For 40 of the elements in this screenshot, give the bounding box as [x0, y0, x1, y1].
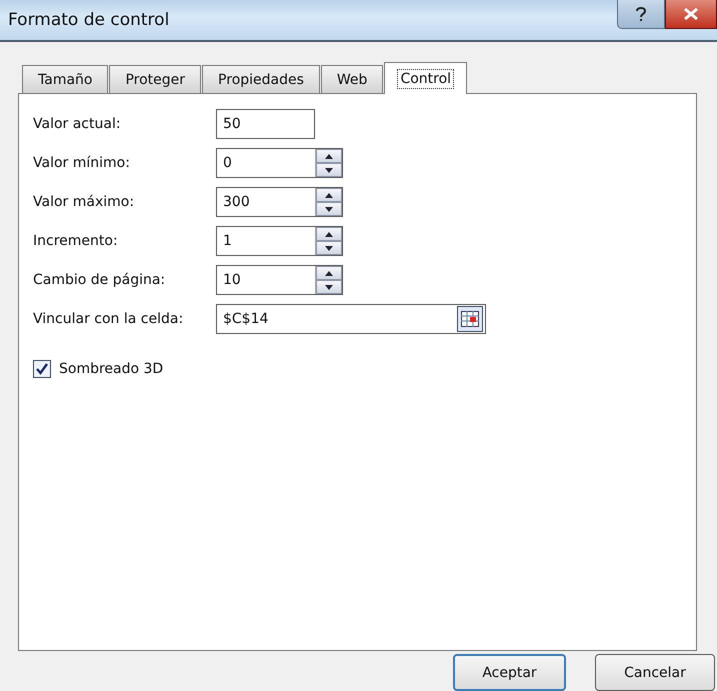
tab[interactable]: Tamaño	[22, 65, 108, 93]
tab[interactable]: Propiedades	[202, 65, 320, 93]
field-label: Valor actual:	[33, 116, 122, 132]
help-button[interactable]	[617, 0, 665, 29]
checkbox-label: Sombreado 3D	[59, 361, 164, 377]
close-icon	[684, 8, 698, 20]
tab[interactable]: Proteger	[109, 65, 202, 93]
input-field[interactable]: 10	[216, 265, 343, 295]
input-field[interactable]: 50	[216, 109, 315, 139]
spin-control[interactable]	[315, 227, 342, 255]
input-field[interactable]: 1	[216, 226, 343, 256]
up-arrow-icon[interactable]	[325, 232, 333, 236]
close-button[interactable]	[665, 0, 717, 29]
field-label: Vincular con la celda:	[33, 311, 184, 327]
spin-control[interactable]	[315, 266, 342, 294]
input-field[interactable]: $C$14	[216, 304, 486, 334]
ok-button[interactable]: Aceptar	[453, 654, 566, 691]
field-label: Valor mínimo:	[33, 155, 131, 171]
field-label: Incremento:	[33, 233, 119, 249]
up-arrow-icon[interactable]	[325, 192, 333, 198]
down-arrow-icon[interactable]	[325, 206, 333, 212]
window-title: Formato de control	[8, 10, 170, 30]
spin-control[interactable]	[315, 188, 342, 216]
down-arrow-icon[interactable]	[325, 246, 333, 250]
input-field[interactable]: 300	[216, 187, 343, 217]
checkbox[interactable]	[33, 360, 51, 378]
spin-control[interactable]	[315, 149, 342, 177]
question-mark-icon	[636, 6, 646, 22]
down-arrow-icon[interactable]	[325, 168, 333, 172]
down-arrow-icon[interactable]	[325, 284, 333, 290]
up-arrow-icon[interactable]	[325, 270, 333, 276]
up-arrow-icon[interactable]	[325, 154, 333, 158]
field-label: Cambio de página:	[33, 272, 166, 288]
tab[interactable]: Web	[320, 65, 384, 93]
input-field[interactable]: 0	[216, 148, 343, 178]
cancel-button[interactable]: Cancelar	[595, 654, 715, 691]
cell-picker-button[interactable]	[457, 306, 483, 332]
field-label: Valor máximo:	[33, 194, 136, 210]
tab[interactable]: Control	[384, 62, 468, 94]
grid-icon	[461, 311, 479, 327]
